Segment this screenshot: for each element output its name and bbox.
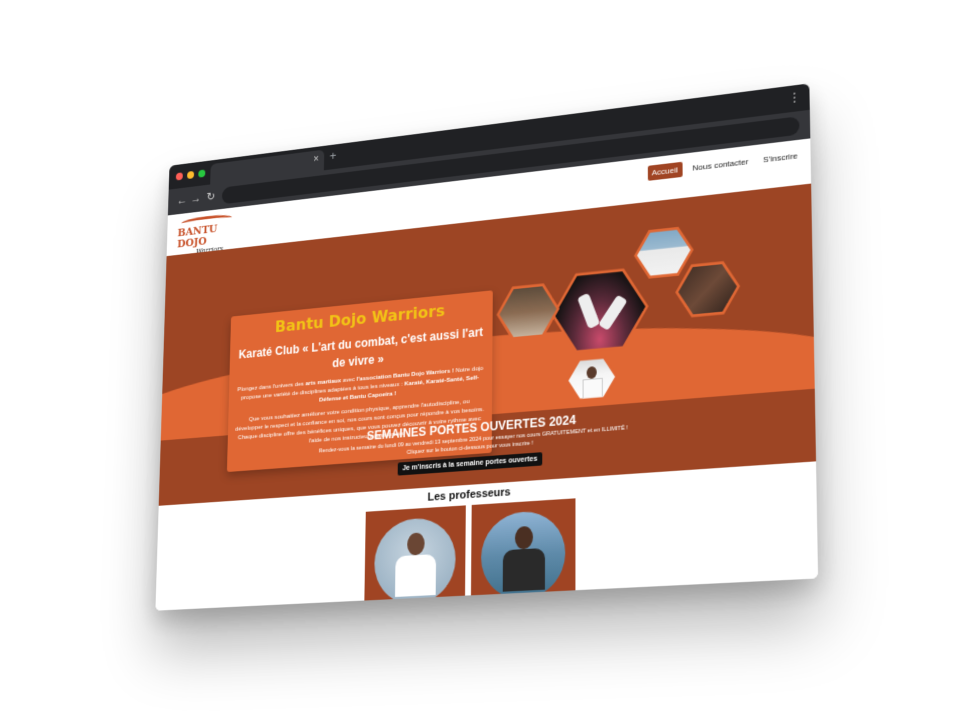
forward-arrow-icon[interactable]: →	[191, 191, 202, 205]
photo-hexagon-instructor	[634, 223, 694, 282]
register-open-weeks-button[interactable]: Je m'inscris à la semaine portes ouverte…	[397, 452, 543, 476]
reload-icon[interactable]: ↻	[206, 189, 215, 203]
teacher-shirt	[502, 547, 546, 592]
teacher-head	[514, 525, 534, 550]
selfdefense-photo	[678, 261, 737, 318]
nav-item-home[interactable]: Accueil	[647, 161, 683, 181]
teacher-gi	[395, 554, 437, 597]
window-controls	[175, 169, 206, 181]
browser-menu-icon[interactable]: ⋮	[788, 90, 801, 106]
teacher-card[interactable]	[470, 498, 576, 598]
stage: × + ⋮ ← → ↻ BANTU DOJO Warriors Accueil …	[0, 0, 960, 720]
teacher-photo	[480, 509, 566, 598]
browser-window: × + ⋮ ← → ↻ BANTU DOJO Warriors Accueil …	[155, 83, 819, 611]
tab-close-icon[interactable]: ×	[313, 154, 318, 166]
teacher-head	[407, 532, 425, 556]
nav-item-contact[interactable]: Nous contacter	[688, 153, 752, 176]
maximize-window-dot[interactable]	[198, 169, 206, 178]
close-window-dot[interactable]	[175, 172, 183, 181]
new-tab-icon[interactable]: +	[329, 148, 336, 163]
web-page: BANTU DOJO Warriors Accueil Nous contact…	[155, 138, 819, 611]
back-arrow-icon[interactable]: ←	[177, 193, 188, 207]
minimize-window-dot[interactable]	[187, 170, 195, 180]
photo-hexagon-selfdefense	[675, 257, 740, 321]
teacher-card[interactable]	[364, 505, 466, 603]
teacher-photo	[373, 516, 456, 603]
instructor-photo	[637, 227, 691, 279]
nav-item-register[interactable]: S'inscrire	[759, 148, 802, 168]
